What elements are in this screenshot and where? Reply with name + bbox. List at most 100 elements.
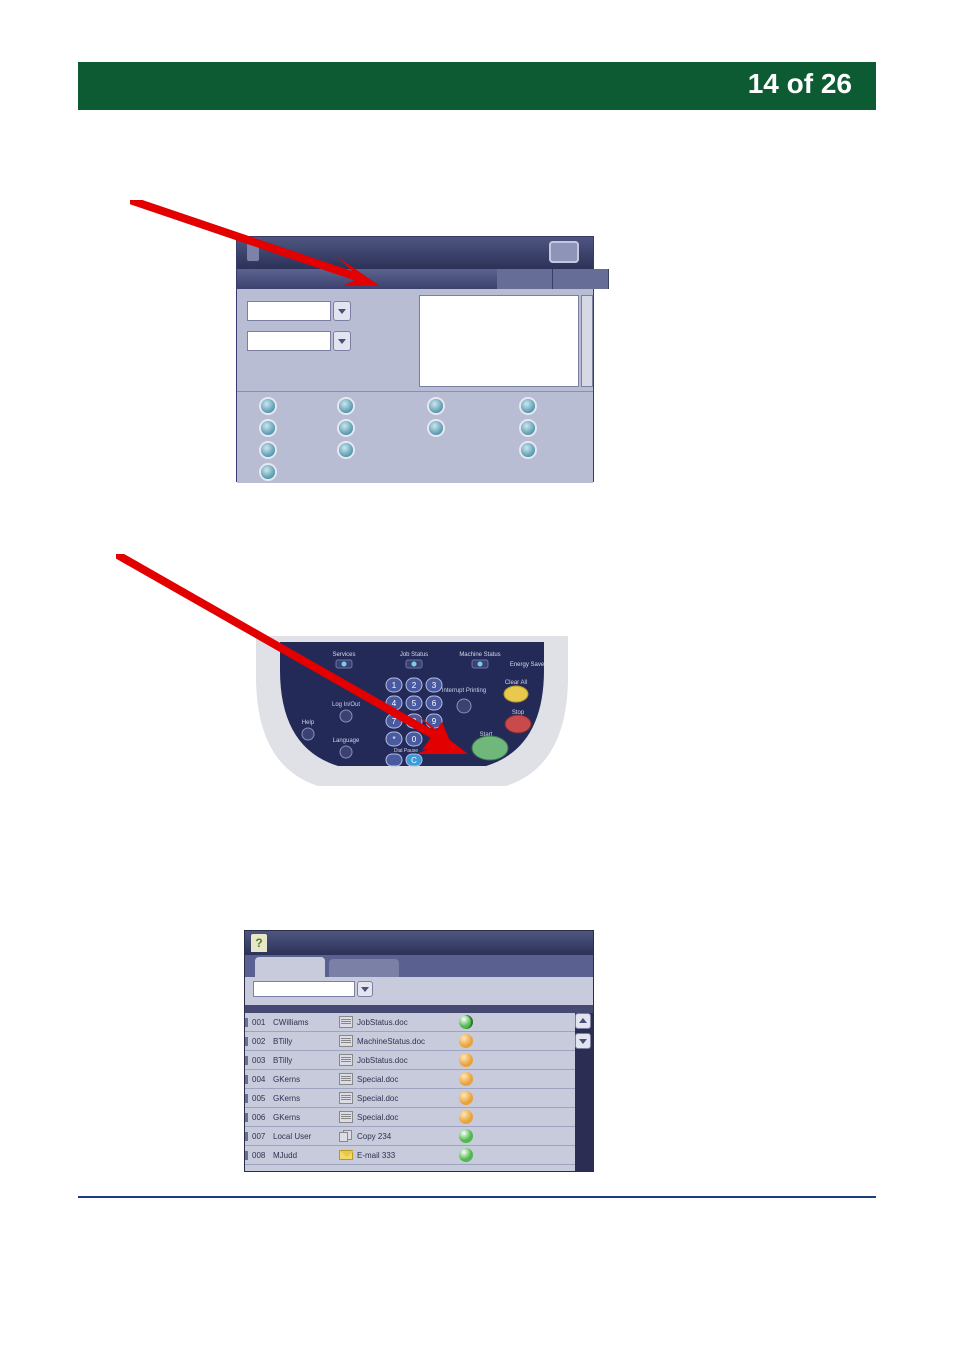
job-num: 002 bbox=[245, 1037, 273, 1046]
mail-icon bbox=[339, 1150, 353, 1160]
job-row[interactable]: 006GKerns Special.doc bbox=[245, 1108, 575, 1127]
start-button[interactable] bbox=[472, 736, 508, 760]
job-row[interactable]: 001CWilliamsJobStatus.doc bbox=[245, 1013, 575, 1032]
ui-topbar bbox=[237, 237, 593, 269]
label-help: Help bbox=[302, 720, 315, 726]
tab-secondary-2[interactable] bbox=[553, 269, 609, 289]
option-col3-row1[interactable] bbox=[429, 399, 443, 413]
label-language: Language bbox=[333, 738, 360, 744]
log-in-out-button[interactable] bbox=[340, 710, 352, 722]
job-row[interactable]: 003BTillyJobStatus.doc bbox=[245, 1051, 575, 1070]
job-num: 004 bbox=[245, 1075, 273, 1084]
scroll-up-button[interactable] bbox=[575, 1013, 591, 1029]
job-owner: MJudd bbox=[273, 1151, 339, 1160]
dropdown-2-button[interactable] bbox=[333, 331, 351, 351]
job-owner: Local User bbox=[273, 1132, 339, 1141]
option-col2-row1[interactable] bbox=[339, 399, 353, 413]
job-scroll bbox=[575, 1013, 591, 1053]
option-col3-row2[interactable] bbox=[429, 421, 443, 435]
svg-text:2: 2 bbox=[412, 681, 417, 690]
document-icon bbox=[339, 1054, 353, 1066]
label-job-status: Job Status bbox=[400, 652, 428, 658]
job-filter-dropdown-button[interactable] bbox=[357, 981, 373, 997]
label-clear-all: Clear All bbox=[505, 680, 527, 686]
option-col1-row2[interactable] bbox=[261, 421, 275, 435]
scroll-down-button[interactable] bbox=[575, 1033, 591, 1049]
tab-secondary-1[interactable] bbox=[497, 269, 553, 289]
option-col4-row1[interactable] bbox=[521, 399, 535, 413]
option-col1-row3[interactable] bbox=[261, 443, 275, 457]
job-owner: CWilliams bbox=[273, 1018, 339, 1027]
label-services: Services bbox=[332, 652, 355, 658]
status-icon bbox=[459, 1053, 473, 1067]
options-area bbox=[237, 391, 593, 483]
svg-text:3: 3 bbox=[432, 681, 437, 690]
svg-text:1: 1 bbox=[392, 681, 397, 690]
interrupt-button[interactable] bbox=[457, 699, 471, 713]
grip-icon bbox=[247, 243, 259, 261]
preview-scrollbar[interactable] bbox=[581, 295, 593, 387]
label-log-in-out: Log In/Out bbox=[332, 702, 360, 708]
job-list-header bbox=[245, 1005, 593, 1013]
job-owner: BTilly bbox=[273, 1037, 339, 1046]
job-num: 008 bbox=[245, 1151, 273, 1160]
stop-button[interactable] bbox=[505, 715, 531, 733]
job-tab-other[interactable] bbox=[329, 959, 399, 977]
status-icon bbox=[459, 1129, 473, 1143]
job-owner: GKerns bbox=[273, 1113, 339, 1122]
job-tabs bbox=[245, 955, 593, 977]
services-home-icon[interactable] bbox=[549, 241, 579, 263]
job-topbar: ? bbox=[245, 931, 593, 955]
preview-panel bbox=[419, 295, 579, 387]
option-col2-row2[interactable] bbox=[339, 421, 353, 435]
job-filter-bar bbox=[245, 977, 593, 1005]
job-doc: E-mail 333 bbox=[357, 1151, 453, 1160]
job-row[interactable]: 008MJudd E-mail 333 bbox=[245, 1146, 575, 1165]
job-tab-active[interactable] bbox=[255, 957, 325, 977]
job-num: 005 bbox=[245, 1094, 273, 1103]
option-col2-row3[interactable] bbox=[339, 443, 353, 457]
dropdown-1-field[interactable] bbox=[247, 301, 331, 321]
job-list: 001CWilliamsJobStatus.doc002BTillyMachin… bbox=[245, 1013, 575, 1171]
language-button[interactable] bbox=[340, 746, 352, 758]
document-icon bbox=[339, 1111, 353, 1123]
clear-all-button[interactable] bbox=[504, 686, 528, 702]
job-row[interactable]: 004GKernsSpecial.doc bbox=[245, 1070, 575, 1089]
job-doc: JobStatus.doc bbox=[357, 1056, 453, 1065]
job-doc: Copy 234 bbox=[357, 1132, 453, 1141]
help-button[interactable] bbox=[302, 728, 314, 740]
figure-control-panel: Services Job Status Machine Status Energ… bbox=[246, 636, 578, 804]
job-owner: GKerns bbox=[273, 1094, 339, 1103]
document-icon bbox=[339, 1092, 353, 1104]
job-doc: Special.doc bbox=[357, 1094, 453, 1103]
svg-text:6: 6 bbox=[432, 699, 437, 708]
job-owner: BTilly bbox=[273, 1056, 339, 1065]
option-col4-row2[interactable] bbox=[521, 421, 535, 435]
footer-divider bbox=[78, 1196, 876, 1198]
label-interrupt: Interrupt Printing bbox=[442, 688, 486, 694]
job-row[interactable]: 005GKerns Special.doc bbox=[245, 1089, 575, 1108]
figure-touchscreen-ui bbox=[236, 236, 594, 482]
job-num: 006 bbox=[245, 1113, 273, 1122]
job-doc: Special.doc bbox=[357, 1113, 453, 1122]
active-tab-strip bbox=[237, 269, 497, 289]
svg-text:9: 9 bbox=[432, 717, 437, 726]
job-row[interactable]: 007Local UserCopy 234 bbox=[245, 1127, 575, 1146]
dropdown-2-field[interactable] bbox=[247, 331, 331, 351]
page-indicator: 14 of 26 bbox=[748, 68, 852, 100]
option-col1-row1[interactable] bbox=[261, 399, 275, 413]
svg-text:4: 4 bbox=[392, 699, 397, 708]
job-filter-field[interactable] bbox=[253, 981, 355, 997]
document-icon bbox=[339, 1073, 353, 1085]
help-icon[interactable]: ? bbox=[251, 934, 267, 952]
status-icon bbox=[459, 1110, 473, 1124]
job-doc: MachineStatus.doc bbox=[357, 1037, 453, 1046]
dropdown-1-button[interactable] bbox=[333, 301, 351, 321]
job-row[interactable]: 002BTilly MachineStatus.doc bbox=[245, 1032, 575, 1051]
label-dial-pause: Dial Pause bbox=[394, 748, 418, 754]
option-col1-row4[interactable] bbox=[261, 465, 275, 479]
status-icon bbox=[459, 1015, 473, 1029]
svg-text:0: 0 bbox=[412, 735, 417, 744]
status-icon bbox=[459, 1034, 473, 1048]
option-col4-row3[interactable] bbox=[521, 443, 535, 457]
